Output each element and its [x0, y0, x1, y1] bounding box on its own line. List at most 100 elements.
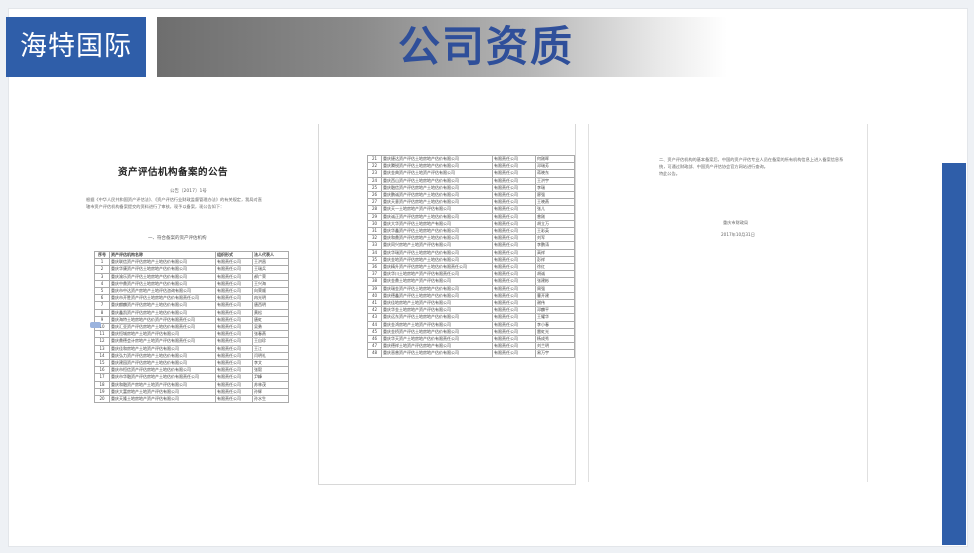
table-cell: 3 [94, 272, 110, 281]
table-row: 48 重庆晋普资产评估土地房地产估价有限公司 有限责任公司 易万宇 [367, 349, 575, 358]
table-cell: 向荣顺 [252, 287, 289, 296]
table-cell: 有限责任公司 [492, 291, 536, 301]
doc2-table: 21 重庆捷达资产评估土地房地产估价有限公司 有限责任公司 何刚晖 22 重庆腾锐资产评估… [367, 154, 575, 358]
table-cell: 有限责任公司 [215, 287, 253, 296]
table-cell: 邓麟平 [535, 306, 575, 315]
table-cell: 有限责任公司 [492, 198, 536, 207]
table-cell: 有限责任公司 [215, 387, 253, 397]
table-cell: 21 [367, 154, 382, 164]
table-cell: 19 [94, 387, 110, 397]
table-cell: 36 [367, 263, 382, 272]
table-cell: 有限责任公司 [215, 258, 253, 267]
table-cell: 重庆市华融资产评估房地产土地估价有限责任公司 [109, 373, 216, 382]
table-row: 3 重庆渝乐资产评估土地房地产估价有限公司 有限责任公司 郝广荣 [94, 272, 289, 281]
table-row: 1 重庆联信资产评估房地产土地估价有限公司 有限责任公司 王洪昌 [94, 258, 289, 267]
table-cell: 重庆恒城房地产土地资产评估有限公司 [109, 330, 216, 339]
table-cell: 重庆汇亚资产评估房地产土地估价有限责任公司 [109, 323, 216, 332]
table-cell: 有限责任公司 [492, 263, 536, 272]
table-cell: 7 [94, 301, 110, 310]
table-cell: 周强 [535, 284, 575, 293]
table-cell: 有限责任公司 [492, 277, 536, 286]
table-cell: 刘军 [535, 234, 575, 243]
table-cell: 徐红 [535, 263, 575, 272]
table-cell: 43 [367, 313, 382, 322]
table-cell: 有限责任公司 [215, 272, 253, 281]
table-row: 19 重庆大富房地产土地资产评估有限公司 有限责任公司 孙辉 [94, 387, 289, 397]
table-cell: 20 [94, 395, 110, 404]
table-cell: 有限责任公司 [492, 205, 536, 214]
table-cell: 有限责任公司 [215, 373, 253, 382]
table-cell: 35 [367, 255, 382, 265]
table-cell: 37 [367, 270, 382, 279]
table-row: 25 重庆融信资产评估房地产土地估价有限公司 有限责任公司 李瑞 [367, 183, 575, 193]
table-cell: 34 [367, 248, 382, 257]
table-row: 46 重庆华天资产土地房地产估价有限责任公司 有限责任公司 杨成秀 [367, 335, 575, 344]
table-cell: 38 [367, 277, 382, 286]
table-cell: 41 [367, 299, 382, 308]
table-cell: 重庆融信资产评估房地产土地估价有限公司 [381, 183, 493, 193]
doc1-table: 序号 资产评估机构名称 组织形式 法人代表人 1 重庆联信资产评估房地产土地估价有… [94, 250, 289, 404]
table-cell: 有限责任公司 [215, 265, 253, 274]
table-cell: 邓瑞芳 [535, 162, 575, 171]
doc3-note: 特此公告。 [659, 171, 680, 176]
table-cell: 重庆精升资产评估房地产土地估价有限责任公司 [381, 263, 493, 272]
table-row: 35 重庆金地资产评估房地产土地估价有限公司 有限责任公司 彭祥 [367, 255, 575, 265]
table-cell: 有限责任公司 [215, 337, 253, 346]
slide-background: 海特国际 公司资质 资产评估机构备案的公告 公告〔2017〕1号 根据《中华人民… [0, 0, 974, 553]
header-cell: 序号 [94, 250, 110, 260]
table-cell: 有限责任公司 [215, 344, 253, 353]
table-cell: 有限责任公司 [215, 279, 253, 289]
table-cell: 有限责任公司 [215, 395, 253, 404]
table-cell: 重庆天意资产评估房地产土地估价有限公司 [381, 198, 493, 207]
table-cell: 17 [94, 373, 110, 382]
header-cell: 组织形式 [215, 250, 253, 260]
table-row: 33 重庆同兴房地产土地资产评估有限公司 有限责任公司 李鹏涛 [367, 241, 575, 250]
table-cell: 胡立万 [535, 219, 575, 229]
table-cell: 重庆金地资产评估房地产土地估价有限公司 [381, 255, 493, 265]
table-row: 31 重庆华鑫资产评估土地房地产估价有限公司 有限责任公司 王彩英 [367, 227, 575, 236]
table-cell: 重庆西山资产评估土地房地产估价有限公司 [381, 176, 493, 185]
table-cell: 重庆和鼎资产评估房地产土地估价有限公司 [381, 234, 493, 243]
table-row: 2 重庆华康资产评估土地房地产估价有限公司 有限责任公司 王瑞兵 [94, 265, 289, 274]
table-cell: 47 [367, 342, 382, 351]
doc1-subtitle: 一、符合备案的资产评估机构 [148, 236, 207, 241]
table-cell: 王耀华 [535, 313, 575, 322]
table-cell: 有限责任公司 [492, 299, 536, 308]
table-cell: 45 [367, 327, 382, 337]
table-cell: 42 [367, 306, 382, 315]
table-cell: 重庆金鼎土地房地产资产评估有限公司 [381, 277, 493, 286]
table-row: 34 重庆华瑞资产评估土地房地产估价有限公司 有限责任公司 高祥 [367, 248, 575, 257]
table-cell: 重庆鑫凯资产评估房地产土地估价有限公司 [109, 308, 216, 317]
table-cell: 重庆腾锐资产评估土地房地产估价有限公司 [381, 162, 493, 171]
table-cell: 30 [367, 219, 382, 229]
table-row: 13 重庆佳和房地产土地资产评估有限公司 有限责任公司 王江 [94, 344, 289, 353]
table-row: 4 重庆中鼎资产评估土地房地产估价有限公司 有限责任公司 王兴海 [94, 279, 289, 289]
table-cell: 有限责任公司 [492, 241, 536, 250]
table-row: 39 重庆瑞金资产评估土地房地产估价有限公司 有限责任公司 周强 [367, 284, 575, 293]
table-cell: 4 [94, 279, 110, 289]
table-cell: 重庆天隆土地房地产资产评估有限公司 [109, 395, 216, 404]
table-cell: 重庆华瑞资产评估土地房地产估价有限公司 [381, 248, 493, 257]
table-cell: 有限责任公司 [215, 359, 253, 368]
table-row: 22 重庆腾锐资产评估土地房地产估价有限公司 有限责任公司 邓瑞芳 [367, 162, 575, 171]
table-cell: 12 [94, 337, 110, 346]
table-cell: 18 [94, 380, 110, 389]
table-cell: 32 [367, 234, 382, 243]
highlight-marker-icon [90, 322, 101, 328]
table-cell: 冉光明 [252, 294, 289, 303]
table-cell: 有限责任公司 [492, 270, 536, 279]
document-page-1: 资产评估机构备案的公告 公告〔2017〕1号 根据《中华人民共和国资产评估法》、… [78, 126, 298, 431]
table-cell: 有限责任公司 [215, 301, 253, 310]
table-cell: 重庆德鑫资产评估土地房地产估价有限公司 [381, 291, 493, 301]
table-cell: 有限责任公司 [492, 342, 536, 351]
table-cell: 14 [94, 351, 110, 361]
table-cell: 重庆远东资产评估土地房地产估价有限公司 [381, 313, 493, 322]
table-row: 16 重庆市恒信资产评估房地产土地估价有限公司 有限责任公司 张毅 [94, 366, 289, 375]
table-row: 36 重庆精升资产评估房地产土地估价有限责任公司 有限责任公司 徐红 [367, 263, 575, 272]
table-row: 38 重庆金鼎土地房地产资产评估有限公司 有限责任公司 张建彬 [367, 277, 575, 286]
table-cell: 王自珍 [252, 337, 289, 346]
table-cell: 黄松 [252, 308, 289, 317]
table-cell: 闫明礼 [252, 351, 289, 361]
table-cell: 有限责任公司 [492, 349, 536, 358]
table-row: 28 重庆天一土地房地产资产评估有限公司 有限责任公司 张儿 [367, 205, 575, 214]
